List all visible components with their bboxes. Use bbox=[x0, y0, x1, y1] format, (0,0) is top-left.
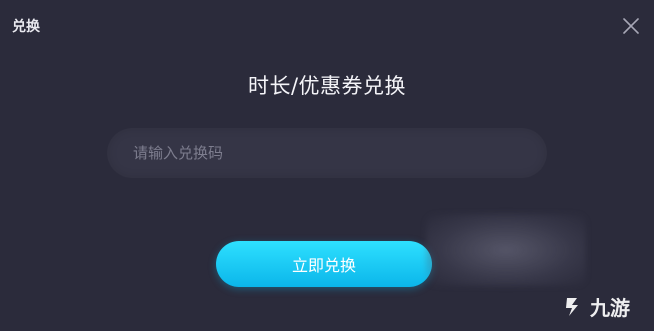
close-icon bbox=[623, 18, 639, 34]
jiuyou-logo-icon bbox=[566, 297, 578, 316]
close-button[interactable] bbox=[619, 14, 643, 38]
window-title: 兑换 bbox=[12, 19, 40, 35]
redeem-now-button[interactable]: 立即兑换 bbox=[216, 241, 432, 287]
redeem-dialog: 兑换 时长/优惠券兑换 立即兑换 九游 bbox=[0, 0, 654, 331]
watermark: 九游 bbox=[560, 292, 630, 321]
watermark-text: 九游 bbox=[590, 296, 630, 320]
blurred-region bbox=[426, 214, 586, 286]
dialog-heading: 时长/优惠券兑换 bbox=[247, 74, 407, 98]
redeem-code-input[interactable] bbox=[107, 128, 547, 178]
redeem-code-field[interactable] bbox=[107, 128, 547, 178]
